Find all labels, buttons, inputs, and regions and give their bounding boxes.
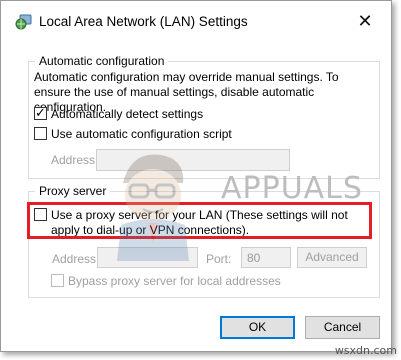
window-title: Local Area Network (LAN) Settings bbox=[39, 14, 248, 29]
bypass-row[interactable]: Bypass proxy server for local addresses bbox=[51, 274, 281, 289]
auto-detect-row[interactable]: ✓ Automatically detect settings bbox=[34, 105, 203, 122]
auto-script-label[interactable]: Use automatic configuration script bbox=[51, 127, 232, 142]
auto-detect-label[interactable]: Automatically detect settings bbox=[51, 107, 203, 122]
close-icon[interactable]: ✕ bbox=[353, 10, 377, 32]
ok-button[interactable]: OK bbox=[220, 316, 295, 339]
proxy-port-input[interactable]: 80 bbox=[241, 247, 291, 268]
use-proxy-row[interactable]: Use a proxy server for your LAN (These s… bbox=[34, 208, 364, 238]
auto-script-address-input[interactable] bbox=[96, 149, 290, 171]
bypass-label[interactable]: Bypass proxy server for local addresses bbox=[68, 274, 281, 289]
auto-script-address-label: Address bbox=[51, 153, 96, 167]
proxy-address-label: Address: bbox=[52, 252, 100, 266]
title-bar[interactable]: Local Area Network (LAN) Settings ✕ bbox=[1, 1, 391, 41]
checkmark-icon: ✓ bbox=[35, 105, 46, 120]
appuals-watermark-text: APPUALS bbox=[221, 171, 363, 206]
site-watermark: wsxdn.com bbox=[334, 344, 397, 357]
proxy-address-input[interactable] bbox=[97, 247, 198, 268]
use-proxy-label[interactable]: Use a proxy server for your LAN (These s… bbox=[51, 208, 364, 238]
proxy-group-label: Proxy server bbox=[35, 184, 111, 198]
auto-detect-checkbox[interactable]: ✓ bbox=[34, 105, 47, 120]
bypass-checkbox[interactable] bbox=[51, 274, 64, 287]
auto-script-checkbox[interactable] bbox=[34, 127, 47, 140]
auto-config-group-label: Automatic configuration bbox=[35, 54, 169, 68]
proxy-port-label: Port: bbox=[206, 252, 232, 266]
advanced-button[interactable]: Advanced bbox=[297, 247, 367, 268]
lan-settings-dialog: Local Area Network (LAN) Settings ✕ Auto… bbox=[0, 0, 392, 352]
use-proxy-checkbox[interactable] bbox=[34, 208, 47, 221]
cancel-button[interactable]: Cancel bbox=[305, 316, 380, 339]
auto-script-row[interactable]: Use automatic configuration script bbox=[34, 127, 232, 142]
network-globe-icon bbox=[15, 14, 33, 30]
